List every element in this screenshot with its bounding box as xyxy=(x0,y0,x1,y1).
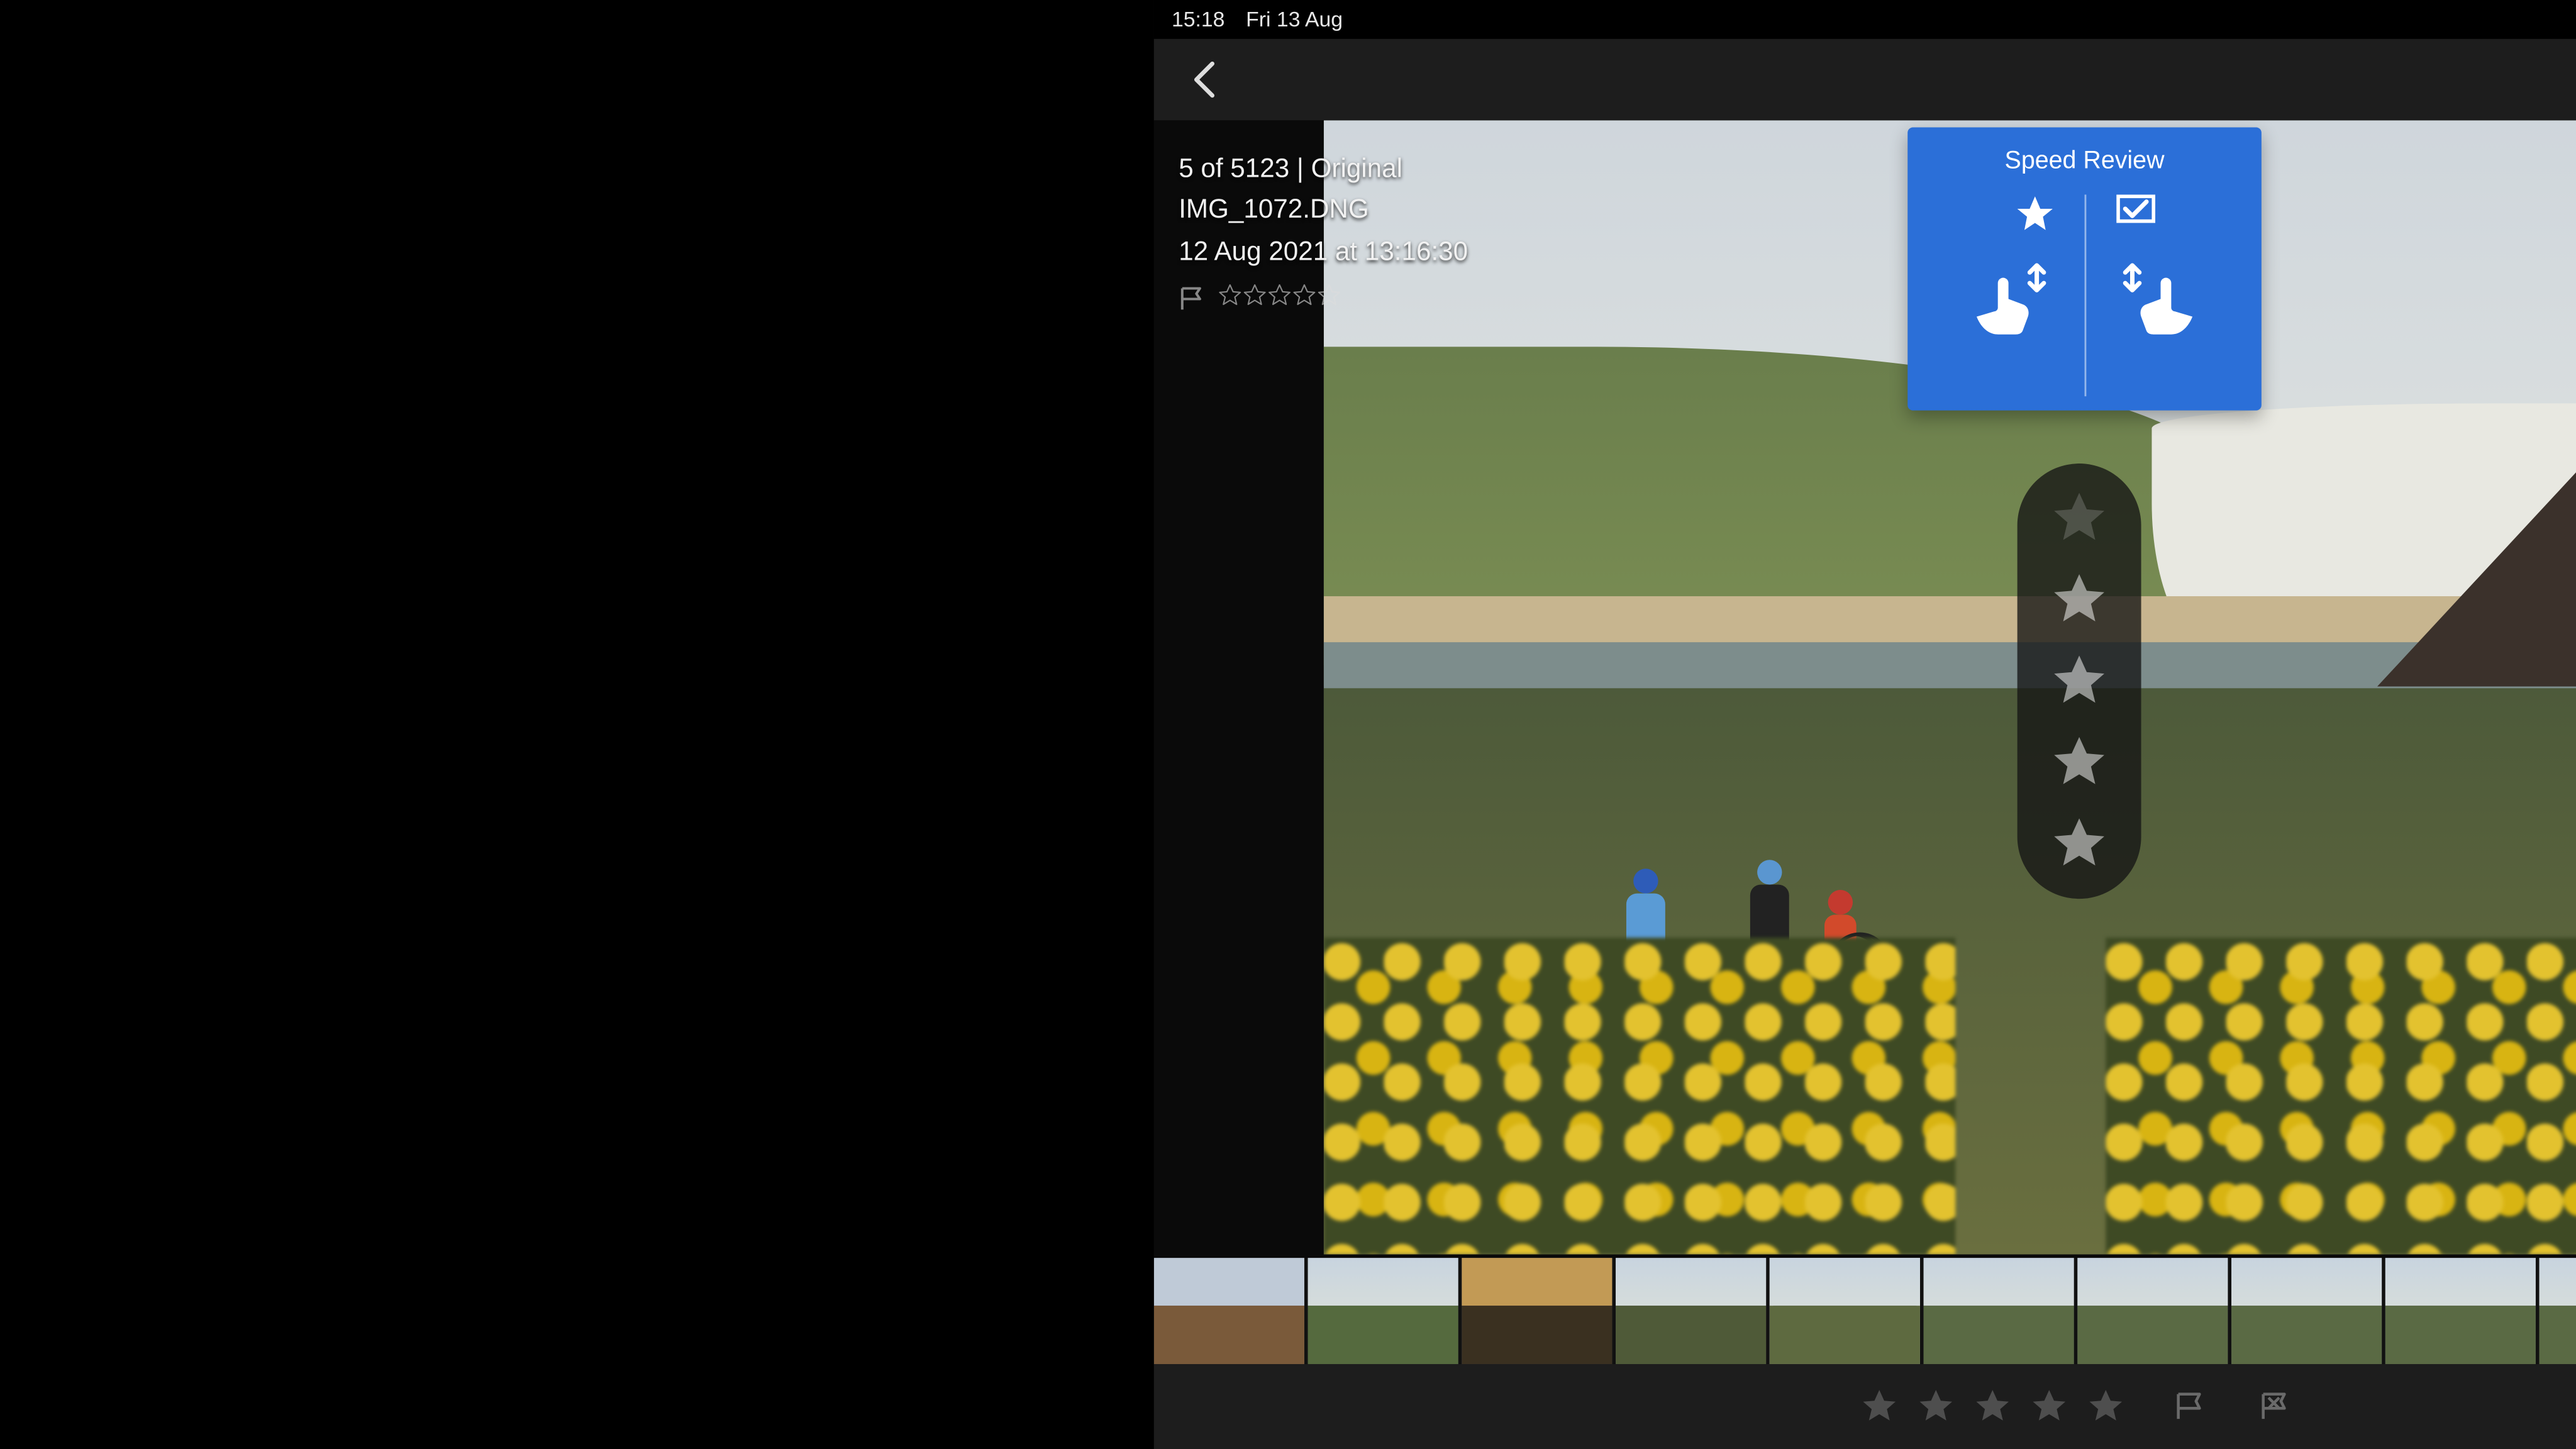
swipe-gesture-left-icon xyxy=(1961,251,2063,347)
bottom-rating-star[interactable] xyxy=(2083,1384,2129,1430)
filmstrip-thumb[interactable] xyxy=(2540,1258,2576,1364)
filmstrip-thumb[interactable] xyxy=(2231,1258,2382,1364)
image-filename: IMG_1072.DNG xyxy=(1179,190,1468,231)
bottom-rating-star[interactable] xyxy=(1857,1384,1902,1430)
back-button[interactable] xyxy=(1168,44,1239,115)
star-icon xyxy=(2014,194,2057,237)
image-counter: 5 of 5123 | Original xyxy=(1179,148,1468,189)
rating-star[interactable] xyxy=(2049,814,2109,874)
image-timestamp: 12 Aug 2021 at 13:16:30 xyxy=(1179,231,1468,272)
swipe-gesture-right-icon xyxy=(2106,251,2208,347)
status-time: 15:18 xyxy=(1172,7,1224,31)
top-toolbar: ! xyxy=(1154,39,2576,120)
speed-review-popup: Speed Review xyxy=(1907,128,2262,411)
rating-stars-empty xyxy=(1218,279,1341,320)
bottom-rating-star[interactable] xyxy=(1970,1384,2016,1430)
status-bar: 15:18 Fri 13 Aug 51% xyxy=(1154,0,2576,39)
status-date: Fri 13 Aug xyxy=(1246,7,1343,31)
bottom-toolbar xyxy=(1154,1364,2576,1449)
filmstrip-thumb[interactable] xyxy=(1924,1258,2074,1364)
flag-pick-icon xyxy=(2116,194,2155,237)
filmstrip-thumb[interactable] xyxy=(2077,1258,2228,1364)
filmstrip-thumb[interactable] xyxy=(1154,1258,1304,1364)
filmstrip-thumb[interactable] xyxy=(1462,1258,1612,1364)
image-info-overlay: 5 of 5123 | Original IMG_1072.DNG 12 Aug… xyxy=(1179,148,1468,320)
flag-reject-button[interactable] xyxy=(2253,1384,2299,1430)
filmstrip[interactable] xyxy=(1154,1258,2576,1364)
filmstrip-thumb[interactable] xyxy=(1308,1258,1458,1364)
speed-review-title: Speed Review xyxy=(1907,145,2262,174)
rating-star[interactable] xyxy=(2049,651,2109,711)
flag-pick-button[interactable] xyxy=(2168,1384,2214,1430)
rating-star[interactable] xyxy=(2049,488,2109,548)
app-window: 15:18 Fri 13 Aug 51% xyxy=(1154,0,2576,1449)
rating-column-overlay[interactable] xyxy=(2018,464,2141,899)
bottom-rating-star[interactable] xyxy=(2026,1384,2072,1430)
editor-canvas: 5 of 5123 | Original IMG_1072.DNG 12 Aug… xyxy=(1154,120,2576,1364)
bottom-rating-star[interactable] xyxy=(1913,1384,1959,1430)
rating-star[interactable] xyxy=(2049,570,2109,630)
filmstrip-thumb[interactable] xyxy=(1616,1258,1766,1364)
filmstrip-thumb[interactable] xyxy=(1770,1258,1920,1364)
rating-star[interactable] xyxy=(2049,733,2109,793)
flag-outline-icon xyxy=(1179,286,1207,314)
filmstrip-thumb[interactable] xyxy=(2385,1258,2536,1364)
